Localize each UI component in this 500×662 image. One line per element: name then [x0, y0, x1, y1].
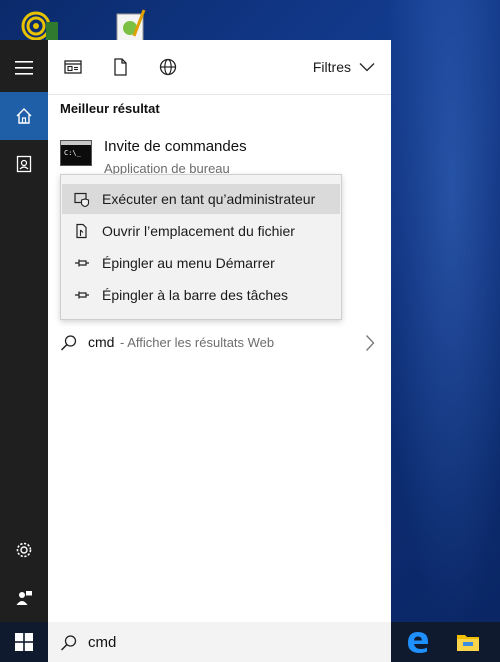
gear-icon: [16, 542, 32, 558]
hamburger-menu-button[interactable]: [0, 44, 48, 92]
desktop-notepad-icon[interactable]: [114, 8, 154, 44]
admin-shield-icon: [74, 192, 90, 207]
taskbar-search-box[interactable]: [48, 622, 391, 662]
chevron-right-icon[interactable]: [365, 334, 375, 352]
folder-icon: [457, 635, 479, 651]
desktop-app-icon[interactable]: [20, 8, 60, 44]
run-as-admin-label: Exécuter en tant qu’administrateur: [102, 191, 316, 207]
search-icon: [60, 335, 77, 351]
desktop-background: [380, 0, 500, 630]
web-suggestion-row[interactable]: cmd - Afficher les résultats Web: [48, 328, 391, 358]
document-icon: [114, 58, 127, 76]
web-query-text: cmd: [88, 334, 115, 350]
edge-browser-icon: [408, 632, 428, 653]
filters-label: Filtres: [312, 59, 351, 75]
pin-to-taskbar-menu-item[interactable]: Épingler à la barre des tâches: [62, 280, 340, 310]
edge-taskbar-button[interactable]: [404, 628, 432, 656]
pin-to-start-label: Épingler au menu Démarrer: [102, 255, 275, 271]
documents-filter-button[interactable]: [110, 57, 130, 77]
web-filter-button[interactable]: [158, 57, 178, 77]
run-as-admin-menu-item[interactable]: Exécuter en tant qu’administrateur: [62, 184, 340, 214]
context-menu: Exécuter en tant qu’administrateur Ouvri…: [60, 174, 342, 320]
feedback-person-icon: [16, 591, 32, 605]
file-location-icon: [76, 223, 87, 239]
file-explorer-taskbar-button[interactable]: [454, 628, 482, 656]
home-button[interactable]: [0, 92, 48, 140]
windows-logo-icon: [15, 633, 33, 651]
search-panel: Filtres Meilleur résultat C:\_ Invite de…: [48, 40, 391, 622]
result-app-name: Invite de commandes: [104, 138, 247, 155]
pin-icon: [75, 259, 89, 267]
search-icon: [60, 635, 77, 651]
start-left-rail: [0, 40, 48, 622]
start-button[interactable]: [0, 622, 48, 662]
best-match-heading: Meilleur résultat: [60, 101, 160, 116]
pin-to-start-menu-item[interactable]: Épingler au menu Démarrer: [62, 248, 340, 278]
home-icon: [16, 108, 32, 124]
hamburger-icon: [15, 61, 33, 75]
apps-filter-button[interactable]: [63, 57, 83, 77]
command-prompt-icon-text: C:\_: [64, 149, 81, 157]
open-file-location-label: Ouvrir l’emplacement du fichier: [102, 223, 295, 239]
globe-icon: [159, 58, 177, 76]
best-match-result[interactable]: C:\_ Invite de commandes Application de …: [48, 132, 391, 176]
apps-window-icon: [64, 60, 82, 74]
settings-button[interactable]: [0, 526, 48, 574]
notebook-button[interactable]: [0, 140, 48, 188]
pin-icon: [75, 291, 89, 299]
open-file-location-menu-item[interactable]: Ouvrir l’emplacement du fichier: [62, 216, 340, 246]
pin-to-taskbar-label: Épingler à la barre des tâches: [102, 287, 288, 303]
search-input[interactable]: [88, 632, 378, 652]
feedback-button[interactable]: [0, 574, 48, 622]
web-results-hint: - Afficher les résultats Web: [120, 335, 275, 350]
filters-dropdown[interactable]: Filtres: [313, 59, 375, 75]
taskbar: [0, 622, 500, 662]
notebook-icon: [16, 155, 32, 173]
command-prompt-icon: C:\_: [60, 140, 92, 166]
chevron-down-icon: [359, 63, 375, 72]
search-toolbar: Filtres: [48, 40, 391, 95]
